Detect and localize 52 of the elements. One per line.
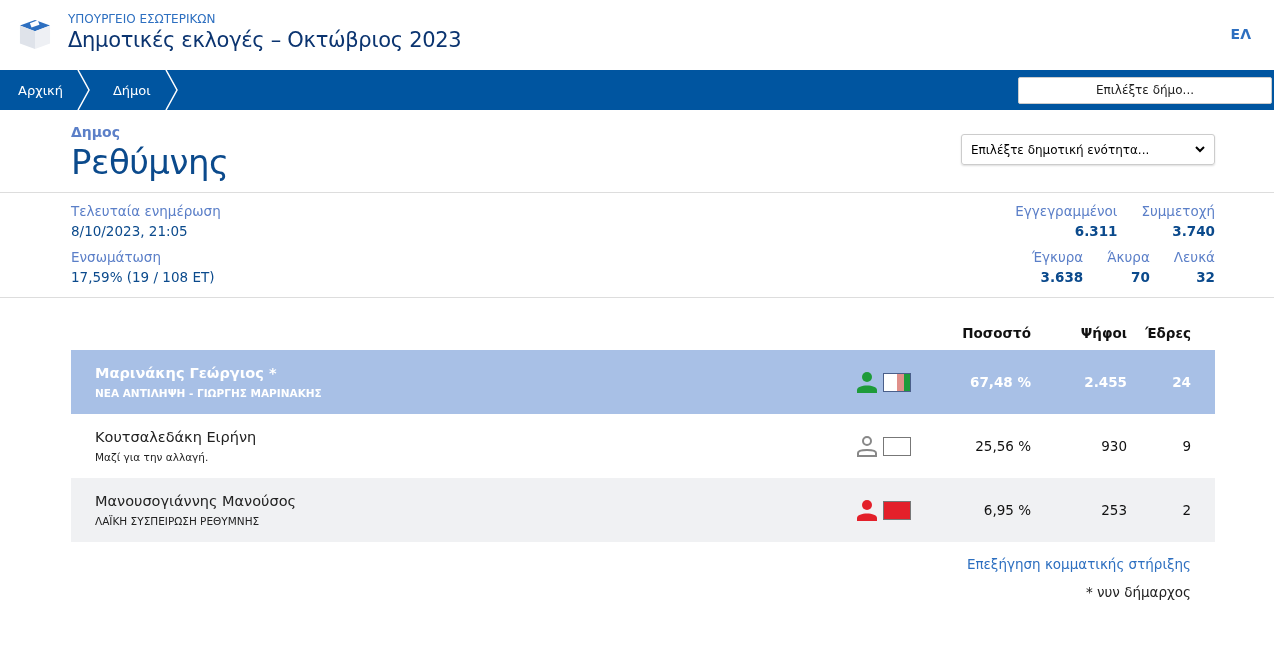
- candidate-name: Μανουσογιάννης Μανούσος: [95, 493, 298, 509]
- language-link[interactable]: ΕΛ: [1230, 26, 1251, 42]
- stat-label: Τελευταία ενημέρωση: [71, 203, 221, 219]
- party-flag: [883, 500, 911, 520]
- ballot-box-icon: [18, 18, 52, 50]
- percent-cell-text: 6,95 %: [982, 502, 1031, 518]
- party-flag: [883, 372, 911, 392]
- stat-label: Έγκυρα: [1031, 249, 1084, 265]
- stat-label: Ενσωμάτωση: [71, 249, 162, 265]
- municipality-caption: Δημος: [71, 124, 122, 140]
- footnote: * νυν δήμαρχος: [1085, 584, 1191, 600]
- party-flag: [883, 436, 911, 456]
- votes-cell-text: 930: [1100, 438, 1127, 454]
- column-header: Ψήφοι: [1079, 325, 1127, 341]
- party-support-link[interactable]: Επεξήγηση κομματικής στήριξης: [966, 556, 1191, 572]
- percent-cell-text: 25,56 %: [974, 438, 1031, 454]
- candidate-row[interactable]: Μανουσογιάννης Μανούσος ΛΑΪΚΗ ΣΥΣΠΕΙΡΩΣΗ ΡΕΘΥΜΝΗΣ 6,95 % 253 2: [71, 478, 1215, 542]
- breadcrumb-link[interactable]: Αρχική: [0, 82, 77, 98]
- page-title: Δημοτικές εκλογές – Οκτώβριος 2023: [68, 28, 462, 52]
- column-header: Έδρες: [1144, 325, 1192, 341]
- candidate-name: Μαρινάκης Γεώργιος *: [95, 365, 278, 381]
- chevron-down-icon: [1195, 146, 1205, 153]
- party-name: Μαζί για την αλλαγή.: [95, 451, 210, 463]
- municipality-picker[interactable]: Επιλέξτε δήμο...: [1018, 76, 1272, 104]
- chevron-icon: [76, 70, 91, 110]
- votes-cell-text: 2.455: [1083, 374, 1127, 390]
- party-name: ΝΕΑ ΑΝΤΙΛΗΨΗ - ΓΙΩΡΓΗΣ ΜΑΡΙΝΑΚΗΣ: [95, 387, 323, 399]
- ministry-name: ΥΠΟΥΡΓΕΙΟ ΕΣΩΤΕΡΙΚΩΝ: [68, 12, 217, 26]
- party-name: ΛΑΪΚΗ ΣΥΣΠΕΙΡΩΣΗ ΡΕΘΥΜΝΗΣ: [95, 515, 261, 527]
- seats-cell-text: 24: [1171, 374, 1192, 390]
- stat-value: 17,59% (19 / 108 ΕΤ): [71, 269, 216, 285]
- unit-select[interactable]: Επιλέξτε δημοτική ενότητα...: [961, 134, 1215, 165]
- votes-cell-text: 253: [1100, 502, 1127, 518]
- stat-value: 70: [1131, 269, 1150, 285]
- stat-value: 3.638: [1040, 269, 1084, 285]
- stat-value: 8/10/2023, 21:05: [71, 223, 189, 239]
- percent-cell-text: 67,48 %: [969, 374, 1031, 390]
- stat-label: Συμμετοχή: [1141, 203, 1215, 219]
- seats-cell-text: 2: [1181, 502, 1192, 518]
- chevron-icon: [164, 70, 179, 110]
- stat-value: 32: [1196, 269, 1215, 285]
- stat-label: Εγγεγραμμένοι: [1015, 203, 1118, 219]
- seats-cell-text: 9: [1181, 438, 1192, 454]
- candidate-row[interactable]: Κουτσαλεδάκη Ειρήνη Μαζί για την αλλαγή. 25,56 % 930 9: [71, 414, 1215, 478]
- stat-label: Λευκά: [1173, 249, 1215, 265]
- breadcrumb-link[interactable]: Δήμοι: [90, 82, 165, 98]
- stat-label: Άκυρα: [1107, 249, 1150, 265]
- municipality-name: Ρεθύμνης: [71, 142, 229, 182]
- stat-value: 6.311: [1074, 223, 1118, 239]
- column-header: Ποσοστό: [961, 325, 1031, 341]
- candidate-name: Κουτσαλεδάκη Ειρήνη: [95, 429, 258, 445]
- stat-value: 3.740: [1172, 223, 1215, 239]
